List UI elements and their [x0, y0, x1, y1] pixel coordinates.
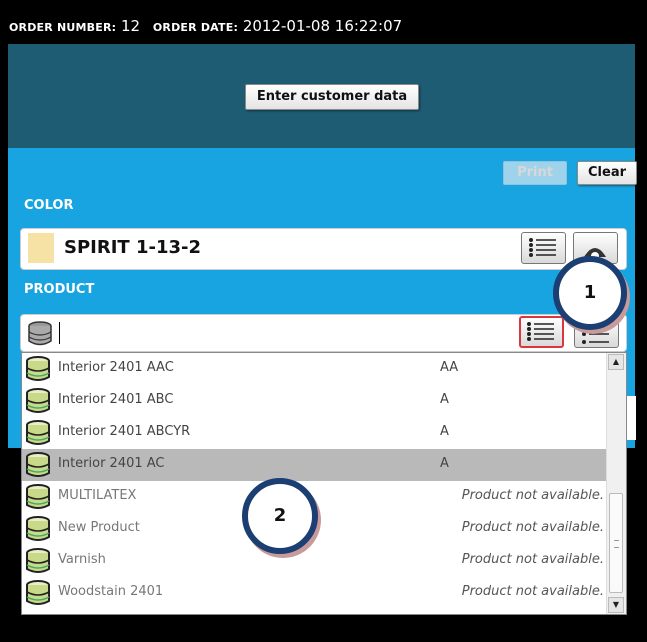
scroll-up-arrow-icon[interactable]: ▲	[608, 354, 624, 370]
customer-header: Enter customer data	[8, 44, 635, 148]
paint-can-icon	[26, 388, 50, 413]
product-status: Product not available.	[461, 584, 604, 599]
product-list-item[interactable]: Interior 2401 ABC A	[22, 385, 608, 417]
list-icon	[529, 238, 556, 257]
product-list-item[interactable]: Interior 2401 AAC AA	[22, 353, 608, 385]
product-section-label: PRODUCT	[24, 282, 95, 297]
order-info-bar: ORDER NUMBER: 12 ORDER DATE: 2012-01-08 …	[0, 0, 647, 44]
product-name: New Product	[58, 520, 140, 535]
paint-can-icon	[26, 580, 50, 605]
product-list-button[interactable]	[519, 316, 564, 348]
paint-can-icon	[26, 356, 50, 381]
callout-1: 1	[553, 256, 627, 330]
product-name: Interior 2401 AAC	[58, 360, 174, 375]
order-number-label: ORDER NUMBER:	[9, 21, 117, 34]
product-status: Product not available.	[461, 520, 604, 535]
product-list-item[interactable]: Interior 2401 ABCYR A	[22, 417, 608, 449]
color-value: SPIRIT 1-13-2	[64, 237, 201, 258]
product-name: Interior 2401 ABC	[58, 392, 174, 407]
paint-can-icon	[26, 548, 50, 573]
panel-edge	[627, 396, 636, 440]
product-status: Product not available.	[461, 552, 604, 567]
dropdown-scrollbar[interactable]: ▲ ▼	[606, 353, 626, 614]
product-grade: AA	[440, 360, 459, 375]
scroll-thumb[interactable]	[609, 493, 623, 593]
product-list-item[interactable]: Woodstain 2401 Product not available.	[22, 577, 608, 609]
paint-can-icon	[28, 321, 52, 346]
order-date-label: ORDER DATE:	[152, 21, 239, 34]
product-search-field[interactable]	[20, 314, 627, 352]
scroll-down-arrow-icon[interactable]: ▼	[608, 597, 624, 613]
print-button[interactable]: Print	[503, 161, 567, 185]
product-grade: A	[440, 392, 449, 407]
text-cursor	[59, 322, 60, 344]
paint-can-icon	[26, 484, 50, 509]
paint-can-icon	[26, 516, 50, 541]
color-field[interactable]: SPIRIT 1-13-2	[20, 228, 627, 270]
paint-can-icon	[26, 420, 50, 445]
enter-customer-data-button[interactable]: Enter customer data	[245, 84, 419, 110]
product-name: Woodstain 2401	[58, 584, 164, 599]
product-name: Interior 2401 AC	[58, 456, 165, 471]
color-list-button[interactable]	[521, 232, 566, 264]
product-grade: A	[440, 456, 449, 471]
list-icon	[527, 322, 554, 341]
product-grade: A	[440, 424, 449, 439]
product-name: Varnish	[58, 552, 106, 567]
color-swatch	[28, 233, 54, 263]
paint-can-icon	[26, 452, 50, 477]
color-section-label: COLOR	[24, 198, 74, 213]
order-number: 12	[121, 17, 141, 35]
clear-button[interactable]: Clear	[577, 161, 637, 185]
order-date: 2012-01-08 16:22:07	[242, 17, 403, 35]
grip-icon	[614, 540, 619, 548]
product-dropdown[interactable]: Interior 2401 AAC AA Interior 2401 ABC A Int…	[21, 352, 627, 615]
product-name: MULTILATEX	[58, 488, 137, 503]
product-name: Interior 2401 ABCYR	[58, 424, 191, 439]
callout-2: 2	[242, 478, 318, 554]
product-list-item[interactable]: Interior 2401 AC A	[22, 449, 608, 481]
product-status: Product not available.	[461, 488, 604, 503]
product-list-item[interactable]: Varnish Product not available.	[22, 545, 608, 577]
